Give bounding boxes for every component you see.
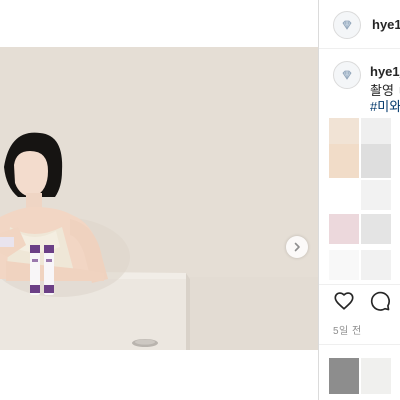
divider (319, 284, 400, 285)
chevron-right-icon (294, 242, 300, 252)
photo-illustration (0, 47, 318, 350)
caption-hashtag-link[interactable]: #미와 (370, 96, 400, 115)
comment-button[interactable] (369, 290, 391, 312)
comment-thumbnail (329, 250, 359, 280)
comment-thumbnail (361, 250, 391, 280)
avatar[interactable] (333, 11, 361, 39)
caption-username[interactable]: hye1_ (370, 64, 400, 79)
comment-thumbnail (361, 358, 391, 394)
comment-thumbnail (329, 180, 359, 210)
comment-icon (370, 291, 390, 311)
next-slide-button[interactable] (286, 236, 308, 258)
comment-thumbnail (361, 144, 391, 178)
heart-icon (334, 292, 354, 310)
author-username[interactable]: hye1_ (372, 17, 400, 32)
caption-avatar[interactable] (333, 61, 361, 89)
comment-thumbnail (361, 214, 391, 244)
comment-thumbnail (329, 358, 359, 394)
diamond-logo-icon (342, 20, 352, 30)
comment-thumbnail (361, 180, 391, 210)
post-side-panel: hye1_ hye1_ 촬영 ㄷ #미와 5일 전 (318, 0, 400, 400)
post-header: hye1_ (319, 0, 400, 49)
post-page: hye1_ hye1_ 촬영 ㄷ #미와 5일 전 (0, 0, 400, 400)
divider (319, 344, 400, 345)
post-photo[interactable] (0, 47, 318, 350)
comment-thumbnail (329, 144, 359, 178)
like-button[interactable] (333, 290, 355, 312)
diamond-logo-icon (342, 70, 352, 80)
post-timestamp: 5일 전 (333, 326, 362, 337)
comment-thumbnail (329, 214, 359, 244)
